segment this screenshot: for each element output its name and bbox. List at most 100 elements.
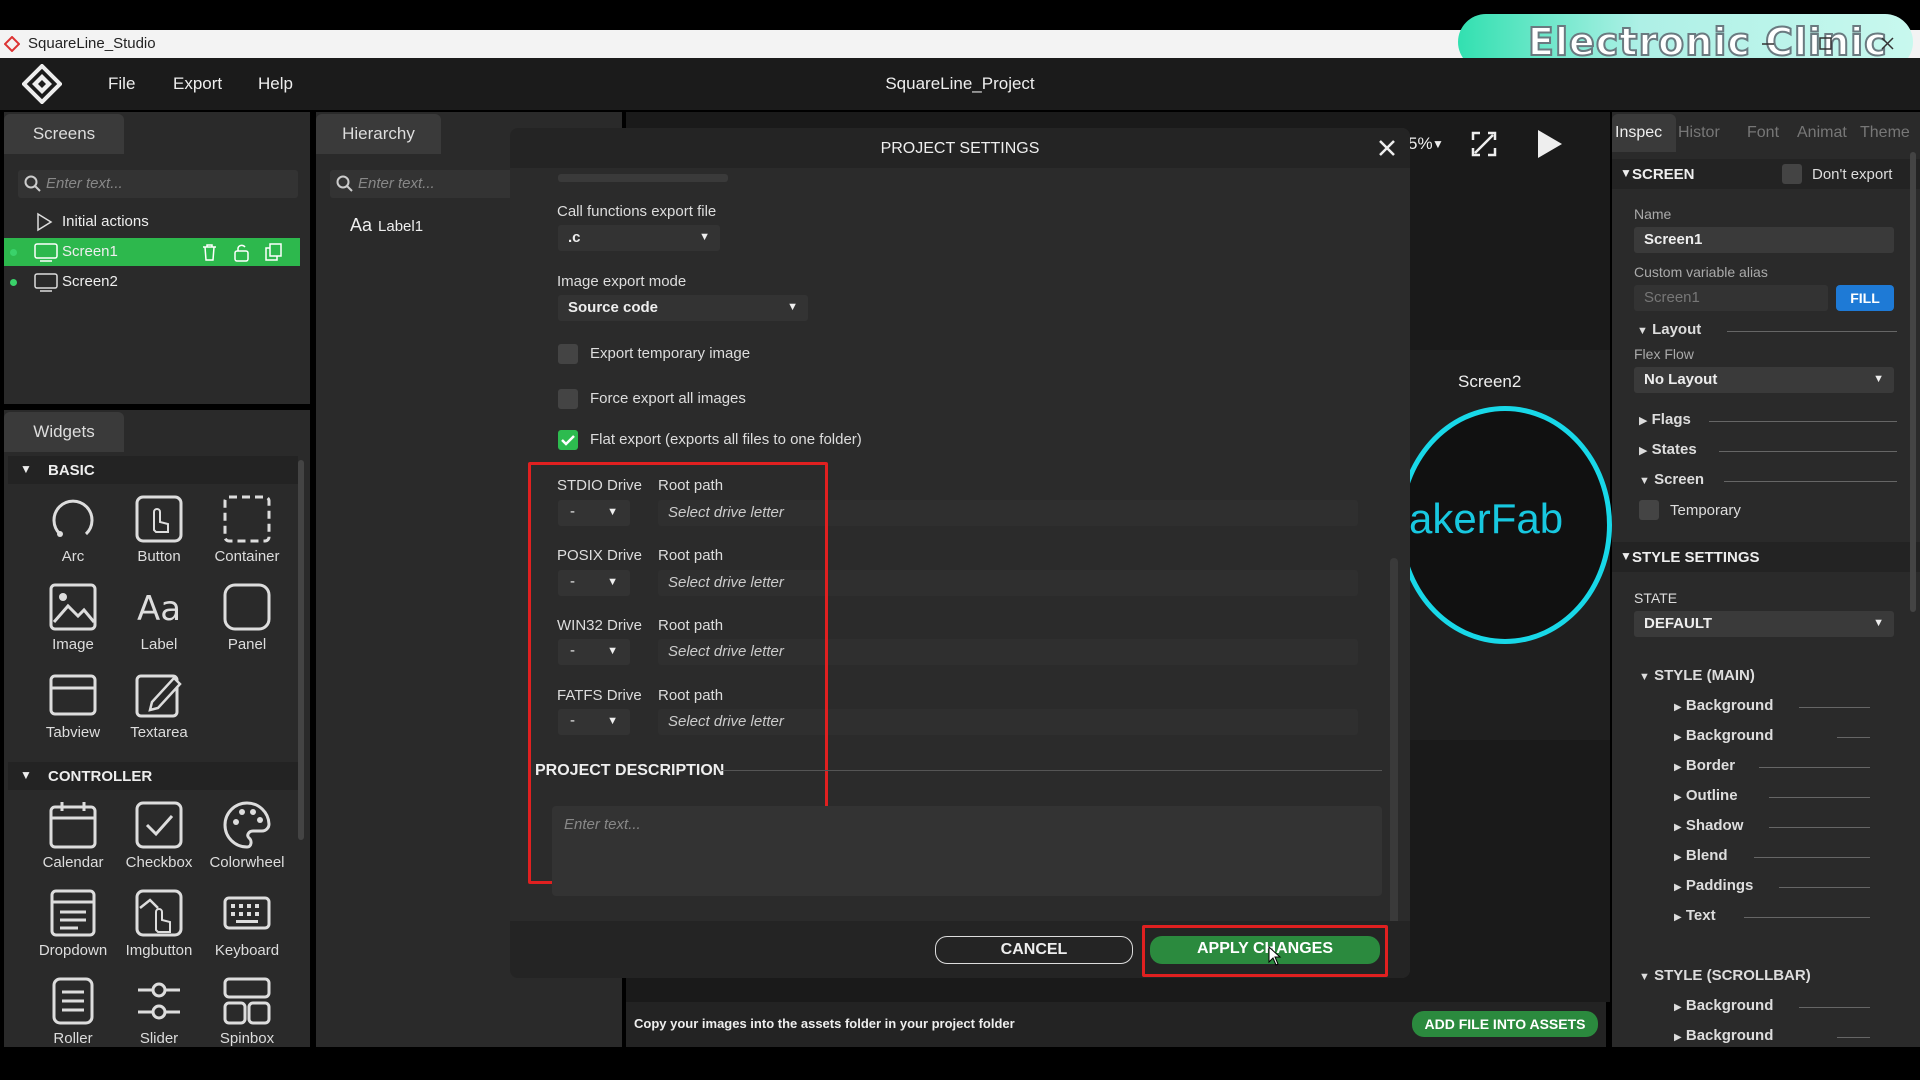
widget-colorwheel[interactable]: Colorwheel — [204, 800, 290, 886]
fullscreen-icon[interactable] — [1470, 130, 1498, 158]
dont-export-checkbox[interactable] — [1782, 164, 1802, 184]
style-main-border[interactable]: ▶ Border — [1674, 757, 1870, 774]
trash-icon[interactable] — [200, 243, 220, 263]
style-main-paddings[interactable]: ▶ Paddings — [1674, 877, 1870, 894]
widget-image[interactable]: Image — [30, 582, 116, 668]
call-functions-select[interactable]: .c ▼ — [558, 225, 720, 251]
dialog-title: PROJECT SETTINGS — [880, 140, 1040, 157]
inspector-scrollbar[interactable] — [1910, 152, 1916, 612]
tab-widgets[interactable]: Widgets — [4, 412, 124, 452]
style-scrollbar-toggle[interactable]: ▼ STYLE (SCROLLBAR) — [1639, 967, 1897, 984]
widget-label: Button — [137, 548, 181, 565]
imgbutton-icon — [135, 889, 183, 937]
flat-export-checkbox[interactable] — [558, 430, 578, 450]
zoom-dropdown-icon[interactable]: ▼ — [1432, 137, 1444, 151]
maximize-icon[interactable] — [1819, 37, 1832, 50]
layout-toggle[interactable]: ▼ Layout — [1637, 321, 1897, 338]
widget-tabview[interactable]: Tabview — [30, 670, 116, 756]
tree-label: States — [1651, 441, 1697, 458]
widget-imgbutton[interactable]: Imgbutton — [116, 888, 202, 974]
screen-item-initial-actions[interactable]: Initial actions — [4, 208, 300, 236]
name-input[interactable]: Screen1 — [1634, 227, 1894, 253]
widget-arc[interactable]: Arc — [30, 494, 116, 580]
tree-line — [1779, 887, 1870, 888]
style-main-blend[interactable]: ▶ Blend — [1674, 847, 1870, 864]
state-select[interactable]: DEFAULT ▼ — [1634, 611, 1894, 637]
menu-file[interactable]: File — [108, 74, 135, 94]
screen-toggle[interactable]: ▼ Screen — [1639, 471, 1897, 488]
canvas-screen-label: Screen2 — [1458, 372, 1522, 391]
states-toggle[interactable]: ▶ States — [1639, 441, 1897, 458]
tab-history[interactable]: Histor — [1678, 124, 1720, 142]
flags-toggle[interactable]: ▶ Flags — [1639, 411, 1897, 428]
style-scrollbar-background-1[interactable]: ▶ Background — [1674, 997, 1870, 1014]
image-icon — [49, 583, 97, 631]
section-controller[interactable]: ▼ CONTROLLER — [8, 762, 298, 790]
temporary-checkbox[interactable] — [1639, 500, 1659, 520]
state-label: STATE — [1634, 590, 1678, 606]
menu-help[interactable]: Help — [258, 74, 293, 94]
tree-label: Background — [1685, 697, 1774, 714]
style-main-text[interactable]: ▶ Text — [1674, 907, 1870, 924]
tree-label: Shadow — [1685, 817, 1744, 834]
fill-button[interactable]: FILL — [1836, 285, 1894, 311]
screen-item-screen1[interactable]: Screen1 — [4, 238, 300, 266]
widget-label: Panel — [227, 636, 267, 653]
style-main-toggle[interactable]: ▼ STYLE (MAIN) — [1639, 667, 1897, 684]
inspector-panel: Inspec Histor Font Animat Theme ▼ SCREEN … — [1612, 112, 1920, 1047]
flex-flow-select[interactable]: No Layout ▼ — [1634, 367, 1894, 393]
widget-keyboard[interactable]: Keyboard — [204, 888, 290, 974]
image-export-select[interactable]: Source code ▼ — [558, 295, 808, 321]
screen-item-screen2[interactable]: Screen2 — [4, 268, 300, 296]
duplicate-icon[interactable] — [264, 243, 284, 263]
tab-screens[interactable]: Screens — [4, 114, 124, 154]
style-main-shadow[interactable]: ▶ Shadow — [1674, 817, 1870, 834]
add-file-into-assets-button[interactable]: ADD FILE INTO ASSETS — [1412, 1011, 1598, 1037]
menu-export[interactable]: Export — [173, 74, 222, 94]
screens-panel: Screens Enter text... Initial actions Sc… — [4, 112, 310, 404]
widgets-scrollbar[interactable] — [298, 460, 304, 840]
export-temporary-checkbox[interactable] — [558, 344, 578, 364]
widget-label[interactable]: Aa Label — [116, 582, 202, 668]
cancel-button[interactable]: CANCEL — [935, 936, 1133, 964]
hierarchy-item-label1[interactable]: Aa Label1 — [350, 215, 423, 236]
screens-search-input[interactable]: Enter text... — [18, 170, 298, 198]
close-window-icon[interactable] — [1881, 37, 1894, 50]
zoom-level[interactable]: 5% — [1408, 134, 1433, 154]
style-main-background-1[interactable]: ▶ Background — [1674, 697, 1870, 714]
widget-dropdown[interactable]: Dropdown — [30, 888, 116, 974]
style-main-outline[interactable]: ▶ Outline — [1674, 787, 1870, 804]
tab-theme[interactable]: Theme — [1860, 124, 1910, 142]
section-basic[interactable]: ▼ BASIC — [8, 456, 298, 484]
tree-label: Paddings — [1685, 877, 1754, 894]
tab-animation[interactable]: Animat — [1797, 124, 1847, 142]
project-description-input[interactable]: Enter text... — [552, 806, 1382, 896]
tab-font[interactable]: Font — [1747, 124, 1779, 142]
widget-roller[interactable]: Roller — [30, 976, 116, 1046]
temporary-label: Temporary — [1670, 502, 1741, 519]
force-export-checkbox[interactable] — [558, 389, 578, 409]
style-scrollbar-background-2[interactable]: ▶ Background — [1674, 1027, 1870, 1044]
widget-container[interactable]: Container — [204, 494, 290, 580]
widget-button[interactable]: Button — [116, 494, 202, 580]
unlock-icon[interactable] — [232, 243, 252, 263]
arc-widget-preview[interactable]: akerFab — [1398, 406, 1612, 644]
play-icon[interactable] — [1534, 128, 1564, 160]
widget-spinbox[interactable]: Spinbox — [204, 976, 290, 1046]
section-style-settings[interactable]: ▼ STYLE SETTINGS — [1612, 542, 1920, 572]
alias-input[interactable]: Screen1 — [1634, 285, 1828, 311]
tab-inspector[interactable]: Inspec — [1615, 124, 1662, 142]
widget-checkbox[interactable]: Checkbox — [116, 800, 202, 886]
widget-label: Textarea — [130, 724, 188, 741]
widget-slider[interactable]: Slider — [116, 976, 202, 1046]
section-screen[interactable]: ▼ SCREEN Don't export — [1612, 159, 1920, 189]
tab-hierarchy[interactable]: Hierarchy — [316, 114, 441, 154]
dialog-scrollbar[interactable] — [1390, 558, 1398, 948]
widget-calendar[interactable]: Calendar — [30, 800, 116, 886]
widget-label: Colorwheel — [209, 854, 285, 871]
widget-label: Arc — [61, 548, 85, 565]
widget-panel[interactable]: Panel — [204, 582, 290, 668]
widget-textarea[interactable]: Textarea — [116, 670, 202, 756]
style-main-background-2[interactable]: ▶ Background — [1674, 727, 1870, 744]
close-icon[interactable] — [1376, 137, 1398, 159]
